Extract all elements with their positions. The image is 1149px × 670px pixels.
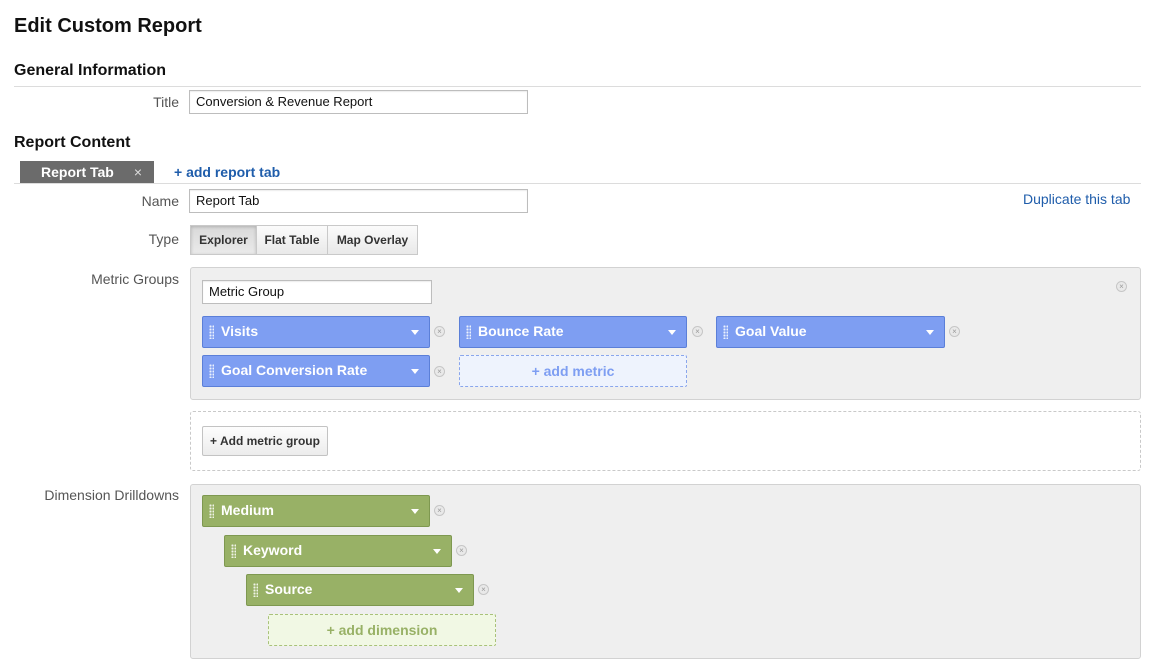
- drag-handle-icon[interactable]: [466, 325, 471, 339]
- chevron-down-icon[interactable]: [411, 330, 419, 335]
- tab-name-input[interactable]: Report Tab: [189, 189, 528, 213]
- title-input[interactable]: Conversion & Revenue Report: [189, 90, 528, 114]
- type-explorer-button[interactable]: Explorer: [190, 225, 257, 255]
- metric-pill-goal-conversion-rate[interactable]: Goal Conversion Rate: [202, 355, 430, 387]
- remove-dimension-icon[interactable]: ×: [478, 584, 489, 595]
- general-information-heading: General Information: [14, 62, 167, 79]
- page-title: Edit Custom Report: [14, 15, 202, 37]
- remove-dimension-icon[interactable]: ×: [434, 505, 445, 516]
- metric-groups-label: Metric Groups: [91, 271, 179, 287]
- type-flat-table-button[interactable]: Flat Table: [256, 225, 328, 255]
- dimension-label: Medium: [221, 502, 274, 518]
- add-metric-group-button[interactable]: + Add metric group: [202, 426, 328, 456]
- drag-handle-icon[interactable]: [231, 544, 236, 558]
- remove-dimension-icon[interactable]: ×: [456, 545, 467, 556]
- dimension-pill-keyword[interactable]: Keyword: [224, 535, 452, 567]
- metric-pill-visits[interactable]: Visits: [202, 316, 430, 348]
- close-icon[interactable]: ×: [134, 161, 142, 183]
- dimension-label: Keyword: [243, 542, 303, 558]
- metric-label: Goal Value: [735, 323, 807, 339]
- add-report-tab-link[interactable]: + add report tab: [174, 164, 280, 180]
- tab-divider: [14, 183, 1141, 184]
- chevron-down-icon[interactable]: [411, 369, 419, 374]
- chevron-down-icon[interactable]: [926, 330, 934, 335]
- dimension-pill-source[interactable]: Source: [246, 574, 474, 606]
- tab-label: Report Tab: [41, 164, 114, 180]
- title-label: Title: [153, 94, 179, 110]
- add-metric-button[interactable]: + add metric: [459, 355, 687, 387]
- metric-label: Visits: [221, 323, 259, 339]
- metric-label: Bounce Rate: [478, 323, 564, 339]
- chevron-down-icon[interactable]: [433, 549, 441, 554]
- duplicate-tab-link[interactable]: Duplicate this tab: [1023, 191, 1130, 207]
- remove-metric-group-icon[interactable]: ×: [1116, 281, 1127, 292]
- dimension-pill-medium[interactable]: Medium: [202, 495, 430, 527]
- section-divider: [14, 86, 1141, 87]
- tab-report-tab[interactable]: Report Tab ×: [20, 161, 154, 183]
- type-map-overlay-button[interactable]: Map Overlay: [327, 225, 418, 255]
- dimension-label: Source: [265, 581, 313, 597]
- remove-metric-icon[interactable]: ×: [434, 366, 445, 377]
- remove-metric-icon[interactable]: ×: [949, 326, 960, 337]
- dimension-drilldowns-label: Dimension Drilldowns: [44, 487, 179, 503]
- metric-label: Goal Conversion Rate: [221, 362, 368, 378]
- report-content-heading: Report Content: [14, 134, 131, 151]
- chevron-down-icon[interactable]: [411, 509, 419, 514]
- chevron-down-icon[interactable]: [455, 588, 463, 593]
- chevron-down-icon[interactable]: [668, 330, 676, 335]
- drag-handle-icon[interactable]: [209, 504, 214, 518]
- drag-handle-icon[interactable]: [209, 325, 214, 339]
- metric-pill-goal-value[interactable]: Goal Value: [716, 316, 945, 348]
- add-dimension-button[interactable]: + add dimension: [268, 614, 496, 646]
- metric-pill-bounce-rate[interactable]: Bounce Rate: [459, 316, 687, 348]
- name-label: Name: [141, 193, 179, 209]
- type-label: Type: [148, 231, 179, 247]
- drag-handle-icon[interactable]: [253, 583, 258, 597]
- remove-metric-icon[interactable]: ×: [434, 326, 445, 337]
- drag-handle-icon[interactable]: [209, 364, 214, 378]
- add-metric-group-area: [190, 411, 1141, 471]
- drag-handle-icon[interactable]: [723, 325, 728, 339]
- remove-metric-icon[interactable]: ×: [692, 326, 703, 337]
- metric-group-name-input[interactable]: Metric Group: [202, 280, 432, 304]
